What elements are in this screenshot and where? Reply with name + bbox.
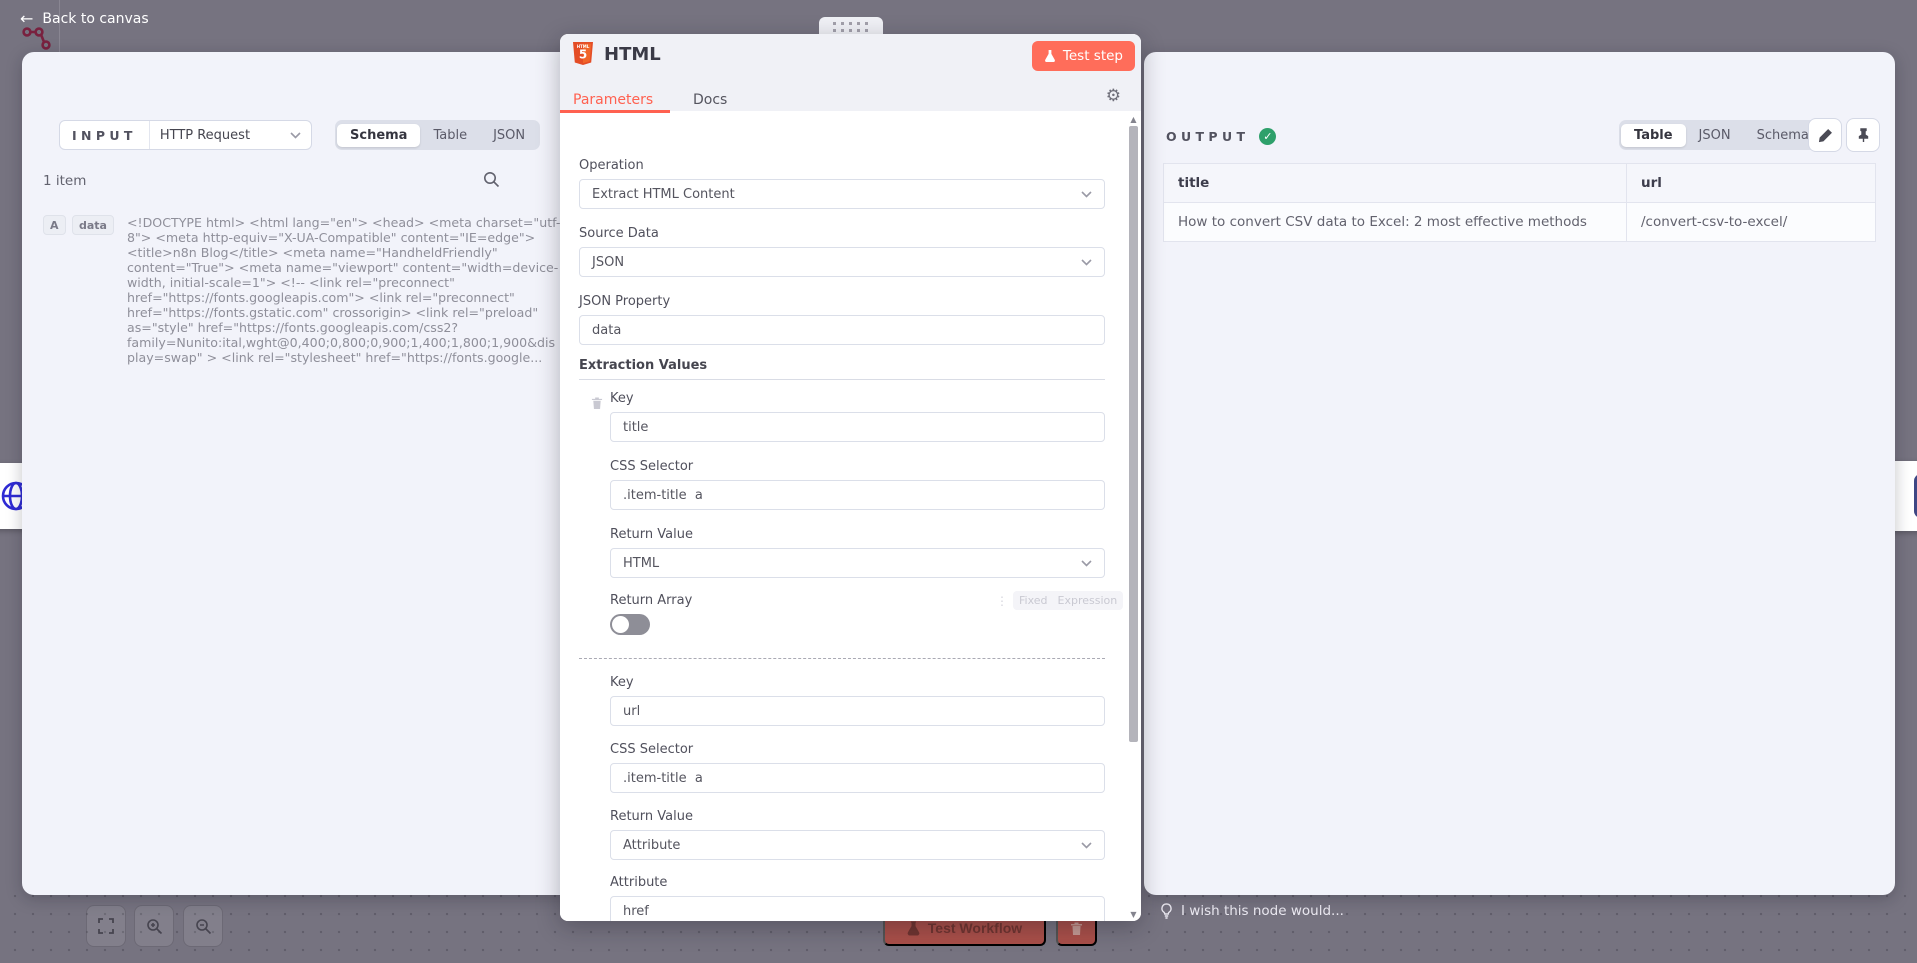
json-property-input[interactable] — [579, 315, 1105, 345]
param-options-icon[interactable]: ⋮ — [996, 594, 1008, 608]
return-value-select[interactable]: Attribute — [610, 830, 1105, 860]
key-input[interactable] — [610, 412, 1105, 442]
chevron-down-icon — [290, 132, 301, 139]
fit-view-button[interactable] — [86, 905, 126, 947]
css-selector-input[interactable] — [610, 763, 1105, 793]
pencil-icon — [1818, 128, 1833, 143]
source-data-select[interactable]: JSON — [579, 247, 1105, 277]
chevron-down-icon — [1081, 259, 1092, 266]
tab-docs[interactable]: Docs — [693, 92, 727, 108]
schema-type-badge: A — [43, 215, 66, 235]
output-result-table: title url How to convert CSV data to Exc… — [1163, 163, 1876, 242]
pin-icon — [1856, 128, 1871, 143]
fit-view-icon — [98, 918, 114, 934]
tab-parameters[interactable]: Parameters — [573, 92, 653, 108]
table-header-row: title url — [1164, 164, 1876, 203]
chevron-down-icon — [1081, 191, 1092, 198]
zoom-in-button[interactable] — [134, 905, 174, 947]
test-step-button[interactable]: Test step — [1032, 41, 1135, 71]
zoom-out-icon — [195, 918, 212, 935]
css-selector-input[interactable] — [610, 480, 1105, 510]
input-label: INPUT — [60, 121, 150, 149]
modal-scrollbar[interactable]: ▲ ▼ — [1128, 115, 1139, 919]
attribute-label: Attribute — [610, 875, 1105, 890]
column-header-url[interactable]: url — [1627, 164, 1876, 203]
node-feedback-prompt[interactable]: I wish this node would... — [1160, 903, 1344, 919]
svg-text:HTML: HTML — [577, 44, 590, 49]
return-value-label: Return Value — [610, 527, 1105, 542]
modal-parameters-body: Operation Extract HTML Content Source Da… — [560, 113, 1141, 921]
extraction-values-heading: Extraction Values — [579, 358, 1105, 380]
flask-icon — [907, 921, 920, 936]
key-label: Key — [610, 675, 1105, 690]
output-display-mode-tabs: Table JSON Schema — [1619, 120, 1824, 150]
input-tab-json[interactable]: JSON — [480, 124, 538, 147]
html5-icon: 5 HTML — [572, 42, 594, 67]
source-data-label: Source Data — [579, 226, 1105, 241]
wish-label: I wish this node would... — [1181, 903, 1344, 919]
zoom-out-button[interactable] — [183, 905, 223, 947]
return-value-label: Return Value — [610, 809, 1105, 824]
expression-option[interactable]: Expression — [1058, 594, 1118, 607]
table-row[interactable]: How to convert CSV data to Excel: 2 most… — [1164, 203, 1876, 242]
node-title: HTML — [604, 44, 661, 65]
input-search-icon[interactable] — [483, 171, 500, 188]
input-source-select[interactable]: INPUT HTTP Request — [59, 120, 312, 150]
scroll-down-icon[interactable]: ▼ — [1128, 910, 1139, 919]
input-items-count: 1 item — [43, 173, 86, 189]
svg-text:5: 5 — [579, 48, 587, 62]
back-to-canvas-label: Back to canvas — [42, 11, 148, 27]
trash-icon[interactable] — [591, 396, 603, 410]
fixed-expression-toggle[interactable]: Fixed Expression — [1013, 591, 1123, 610]
lightbulb-icon — [1160, 903, 1173, 919]
gear-icon[interactable]: ⚙ — [1106, 86, 1121, 106]
n8n-logo — [22, 24, 58, 50]
input-tab-table[interactable]: Table — [420, 124, 480, 147]
cell-url: /convert-csv-to-excel/ — [1627, 203, 1876, 242]
chevron-down-icon — [1081, 560, 1092, 567]
test-step-label: Test step — [1063, 48, 1123, 64]
css-selector-label: CSS Selector — [610, 459, 1105, 474]
input-display-mode-tabs: Schema Table JSON — [335, 120, 540, 150]
scrollbar-thumb[interactable] — [1129, 126, 1138, 742]
schema-value-text: <!DOCTYPE html> <html lang="en"> <head> … — [127, 215, 563, 365]
return-value-select[interactable]: HTML — [610, 548, 1105, 578]
test-workflow-label: Test Workflow — [928, 920, 1022, 936]
key-input[interactable] — [610, 696, 1105, 726]
zoom-in-icon — [146, 918, 163, 935]
schema-key-badge[interactable]: data — [72, 215, 114, 235]
output-tab-json[interactable]: JSON — [1686, 124, 1744, 147]
pin-data-button[interactable] — [1846, 118, 1880, 152]
output-label: OUTPUT — [1166, 129, 1249, 144]
modal-header: 5 HTML HTML Test step Parameters Docs ⚙ — [560, 34, 1141, 111]
operation-label: Operation — [579, 158, 1105, 173]
node-details-modal: 5 HTML HTML Test step Parameters Docs ⚙ … — [560, 34, 1141, 921]
attribute-input[interactable] — [610, 896, 1105, 921]
scroll-up-icon[interactable]: ▲ — [1128, 115, 1139, 124]
chevron-down-icon — [1081, 842, 1092, 849]
extraction-values-divider — [579, 658, 1105, 659]
output-tab-table[interactable]: Table — [1621, 124, 1686, 147]
trash-icon — [1070, 921, 1083, 936]
json-property-label: JSON Property — [579, 294, 1105, 309]
return-array-toggle[interactable] — [610, 614, 650, 635]
column-header-title[interactable]: title — [1164, 164, 1627, 203]
key-label: Key — [610, 391, 1105, 406]
cell-title: How to convert CSV data to Excel: 2 most… — [1164, 203, 1627, 242]
input-source-value: HTTP Request — [150, 128, 290, 143]
edit-output-button[interactable] — [1808, 118, 1842, 152]
success-check-icon: ✓ — [1259, 128, 1276, 145]
fixed-option[interactable]: Fixed — [1019, 594, 1048, 607]
input-tab-schema[interactable]: Schema — [337, 124, 420, 147]
css-selector-label: CSS Selector — [610, 742, 1105, 757]
flask-icon — [1044, 49, 1056, 63]
operation-select[interactable]: Extract HTML Content — [579, 179, 1105, 209]
